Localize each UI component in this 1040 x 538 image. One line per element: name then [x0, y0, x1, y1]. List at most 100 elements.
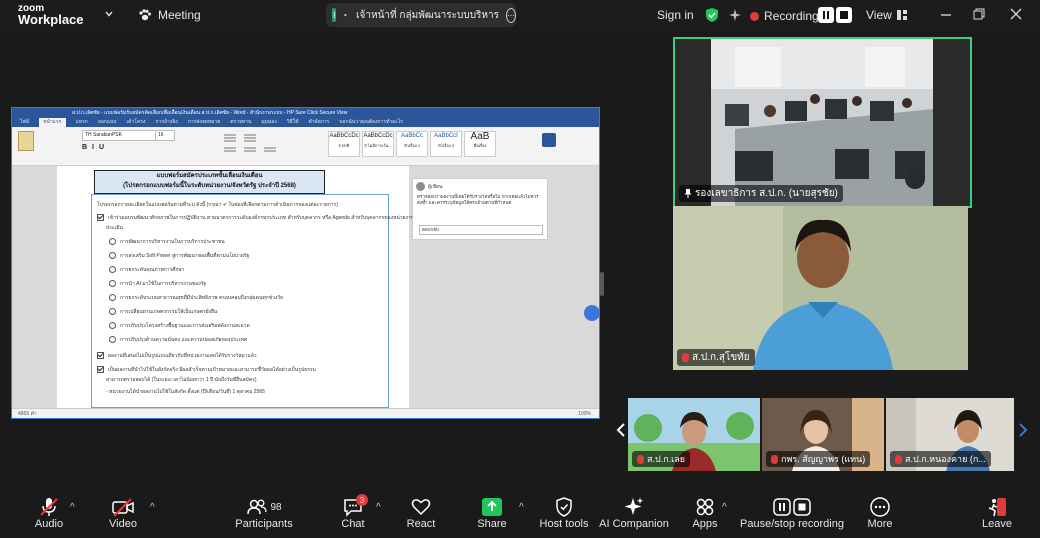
option-row[interactable]: การเปลี่ยนผ่านเกษตรกรรมให้เป็นเกษตรยั่งย… [109, 308, 217, 316]
restore-window-icon[interactable] [973, 8, 985, 20]
gallery-prev-chevron-icon[interactable] [616, 422, 626, 443]
tab-insert[interactable]: แทรก [76, 118, 88, 127]
style-no-spacing[interactable]: AaBbCcDc ¶ ไม่มีการเว้น... [362, 131, 394, 157]
more-options-icon[interactable]: ⋯ [506, 7, 516, 23]
muted-mic-icon [637, 454, 644, 464]
review-comment[interactable]: ผู้เขียน ตรวจสอบว่าผลงานนี้เคยได้รับรางว… [412, 178, 548, 240]
tab-help[interactable]: วิธีใช้ [287, 118, 299, 127]
option-row[interactable]: การยกระดับระบบสาธารณสุขที่มีประสิทธิภาพ … [109, 294, 283, 302]
style-normal[interactable]: AaBbCcDc ¶ ปกติ [328, 131, 360, 157]
video-options-caret-icon[interactable]: ^ [150, 502, 155, 513]
gallery-tile[interactable]: ส.ป.ก.เลย [628, 398, 760, 471]
checkbox-row-1[interactable]: เข้าร่วมอบรมพัฒนาศักยภาพในการปฏิบัติงาน … [97, 214, 414, 222]
document-page[interactable]: แบบฟอร์มสมัครประเภทขั้นเลื่อนเงินเดือน (… [57, 166, 414, 408]
radio-option[interactable] [109, 294, 116, 302]
paragraph-tools[interactable] [222, 131, 322, 155]
gallery-tile[interactable]: กพร. สัญญาพร (แทน) [762, 398, 884, 471]
tab-design[interactable]: ออกแบบ [98, 118, 117, 127]
radio-option[interactable] [109, 336, 116, 344]
annotate-tool-icon[interactable] [584, 305, 600, 321]
option-row[interactable]: การปรับปรุงโครงสร้างพื้นฐานและการส่งเสริ… [109, 322, 250, 330]
option-label: การพัฒนาการบริหารงานในการบริการประชาชน [120, 239, 225, 245]
ai-companion-button[interactable]: AI Companion [594, 496, 674, 530]
muted-mic-icon [682, 353, 689, 362]
video-tile-active-speaker[interactable]: รองเลขาธิการ ส.ป.ก. (นายสุรชัย) [673, 37, 972, 208]
checkbox-1[interactable] [97, 214, 104, 222]
sign-in-link[interactable]: Sign in [657, 8, 694, 22]
tab-references[interactable]: การอ้างอิง [155, 118, 177, 127]
react-button[interactable]: React [381, 496, 461, 530]
pause-recording-button[interactable] [818, 7, 834, 23]
tab-manager[interactable]: ตัวจัดการ [308, 118, 329, 127]
checkbox-row-2[interactable]: ผลงานที่เสนอไม่เป็นรูปแบบเดียวกับที่หน่ว… [97, 352, 257, 360]
host-tools-button[interactable]: Host tools [524, 496, 604, 530]
option-label: การนำ AI มาใช้ในการบริหารงานของรัฐ [120, 281, 207, 287]
checkbox-3[interactable] [97, 366, 104, 374]
close-window-icon[interactable] [1010, 8, 1022, 20]
host-tools-label: Host tools [539, 518, 589, 530]
radio-option[interactable] [109, 238, 116, 246]
option-row[interactable]: การพัฒนาการบริหารงานในการบริการประชาชน [109, 238, 225, 246]
tab-view[interactable]: มุมมอง [261, 118, 276, 127]
checkbox-2[interactable] [97, 352, 104, 360]
add-ins-icon[interactable] [542, 133, 556, 147]
radio-option[interactable] [109, 308, 116, 316]
audio-button[interactable]: Audio [9, 496, 89, 530]
stop-recording-button[interactable] [836, 7, 852, 23]
zoom-percent[interactable]: 100% [578, 409, 591, 418]
tab-home[interactable]: หน้าแรก [39, 118, 66, 127]
tab-layout[interactable]: เค้าโครง [126, 118, 145, 127]
room-video-feed [711, 39, 933, 206]
option-label: การปรับปรุงด้านความมั่นคง และความปลอดภัย… [120, 337, 247, 343]
share-options-caret-icon[interactable]: ^ [519, 502, 524, 513]
option-row[interactable]: การนำ AI มาใช้ในการบริหารงานของรัฐ [109, 280, 206, 288]
style-title[interactable]: AaB ชื่อเรื่อง [464, 131, 496, 157]
chat-options-caret-icon[interactable]: ^ [376, 502, 381, 513]
checkbox-row-3[interactable]: เป็นผลงานที่นำไปใช้ในสังกัดจริง มีผลสำเร… [97, 366, 316, 374]
option-row[interactable]: การปรับปรุงด้านความมั่นคง และความปลอดภัย… [109, 336, 247, 344]
gallery-next-chevron-icon[interactable] [1018, 422, 1028, 443]
meeting-info[interactable]: Meeting [138, 8, 201, 22]
audio-options-caret-icon[interactable]: ^ [70, 502, 75, 513]
document-area: แบบฟอร์มสมัครประเภทขั้นเลื่อนเงินเดือน (… [12, 166, 599, 408]
more-button[interactable]: More [840, 496, 920, 530]
logo-line2: Workplace [18, 12, 84, 27]
style-heading-1[interactable]: AaBbCc หัวเรื่อง 1 [396, 131, 428, 157]
tab-file[interactable]: ไฟล์ [20, 118, 29, 127]
participant-name: ส.ป.ก.เลย [647, 454, 686, 464]
intro-text: โปรดกรอกรายละเอียดในแบบฟอร์มตามที่ระบุ ด… [97, 202, 338, 208]
encryption-shield-icon[interactable] [705, 7, 719, 23]
video-tile-participant[interactable]: ส.ป.ก.สุโขทัย [673, 206, 968, 370]
minimize-window-icon[interactable] [940, 9, 952, 21]
tell-me-search[interactable]: บอกฉันว่าคุณต้องการทำอะไร [339, 118, 403, 127]
option-row[interactable]: การส่งเสริม Soft Power สู่การพัฒนาของพื้… [109, 252, 249, 260]
radio-option[interactable] [109, 252, 116, 260]
tab-mailings[interactable]: การส่งจดหมาย [188, 118, 221, 127]
split-resize-handle[interactable] [600, 272, 604, 296]
radio-option[interactable] [109, 266, 116, 274]
shared-screen[interactable]: ส.ป.ก.เลิศชัย - แบบฟอร์มรับสมัครคัดเลือก… [11, 107, 600, 419]
app-menu-chevron-icon[interactable] [104, 9, 114, 19]
leave-button[interactable]: Leave [957, 496, 1037, 530]
paste-icon[interactable] [18, 131, 34, 151]
apps-button[interactable]: Apps [665, 496, 745, 530]
participants-icon [247, 499, 268, 515]
view-button[interactable]: View [866, 8, 907, 22]
pause-stop-recording-button[interactable]: Pause/stop recording [740, 496, 844, 530]
font-name-box[interactable]: TH SarabunPSK [82, 130, 156, 141]
comment-reply-box[interactable]: ตอบกลับ [419, 225, 543, 235]
participant-name: รองเลขาธิการ ส.ป.ก. (นายสุรชัย) [695, 188, 838, 199]
text-format-icons[interactable]: BIU [82, 144, 109, 151]
font-size-box[interactable]: 16 [155, 130, 175, 141]
apps-label: Apps [692, 518, 718, 530]
tab-review[interactable]: ตรวจทาน [230, 118, 251, 127]
radio-option[interactable] [109, 280, 116, 288]
style-heading-2[interactable]: AaBbCcI หัวเรื่อง 2 [430, 131, 462, 157]
participants-button[interactable]: 98 Participants [224, 496, 304, 530]
apps-options-caret-icon[interactable]: ^ [722, 502, 727, 513]
gallery-tile[interactable]: ส.ป.ก.หนองคาย (ก... [886, 398, 1014, 471]
sharing-banner[interactable]: I เจ้าหน้าที่ กลุ่มพัฒนาระบบบริหาร ⋯ [326, 3, 516, 27]
radio-option[interactable] [109, 322, 116, 330]
option-row[interactable]: การยกระดับคุณภาพการศึกษา [109, 266, 184, 274]
ai-sparkle-icon[interactable] [728, 8, 742, 22]
